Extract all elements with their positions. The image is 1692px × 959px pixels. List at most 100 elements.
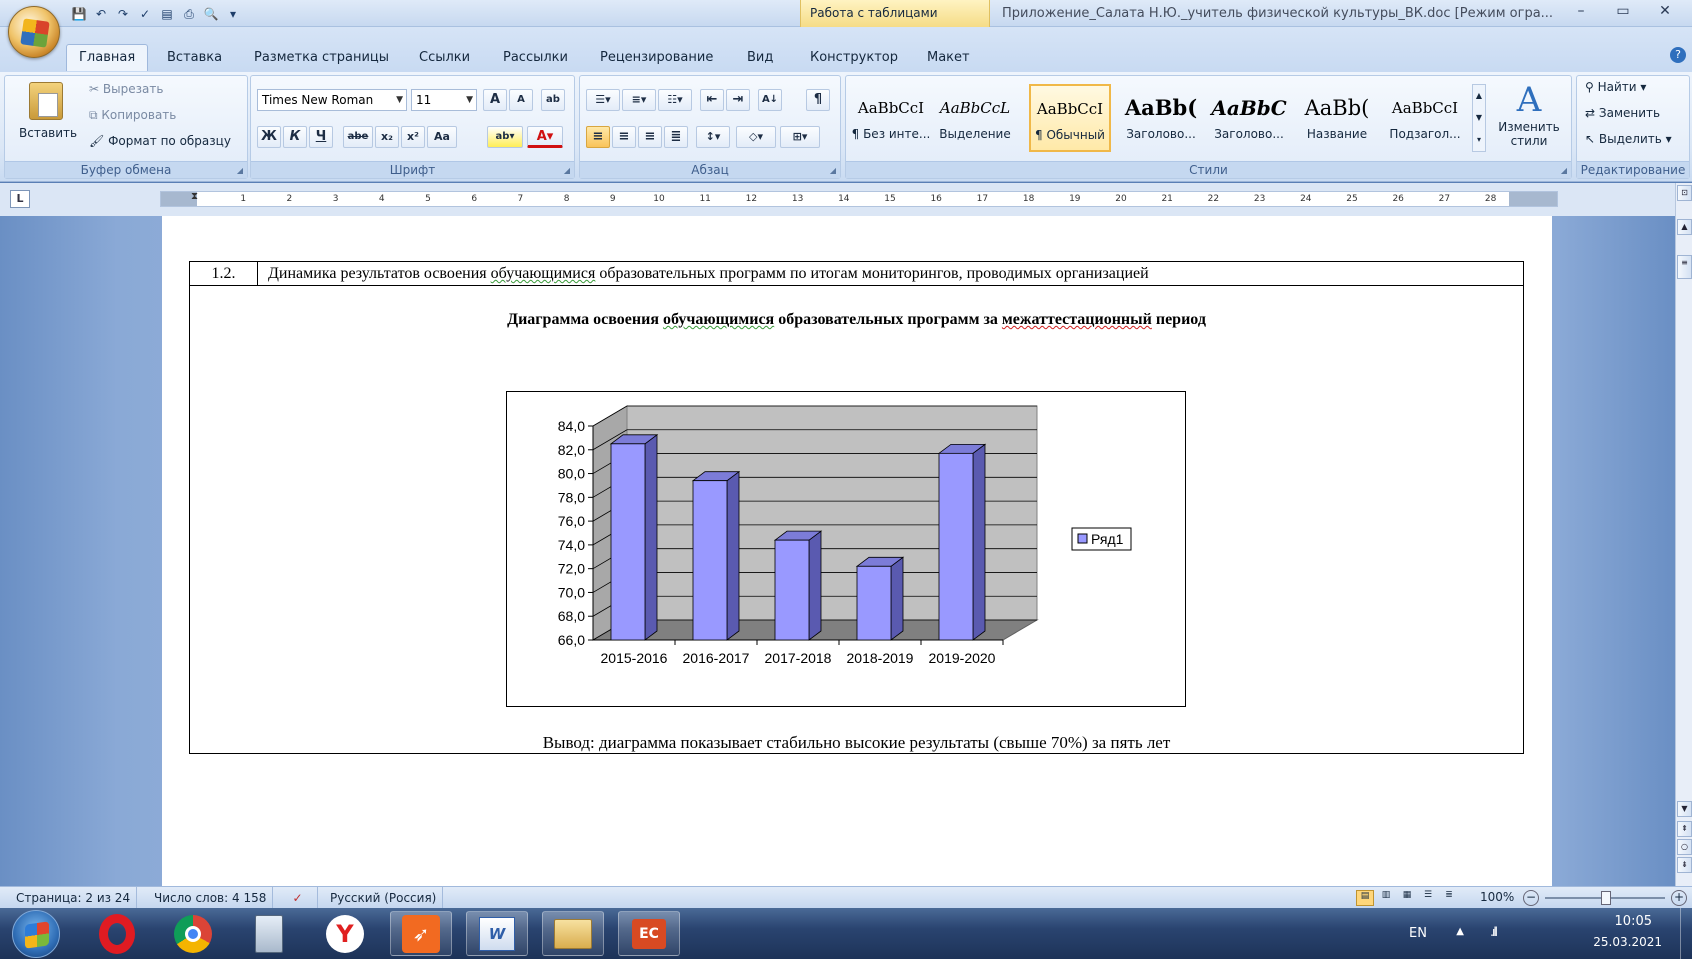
indent-marker-icon[interactable]: ⧗ [191,191,198,202]
tab-insert[interactable]: Вставка [155,45,234,70]
preview-icon[interactable]: 🔍 [202,5,220,23]
superscript-button[interactable]: x² [401,126,425,148]
outline-icon[interactable]: ☰ [1419,890,1437,906]
presentation-app-icon[interactable]: EC [618,911,680,956]
paste-button[interactable]: Вставить [19,126,77,140]
zoom-out-button[interactable]: − [1523,890,1539,906]
tab-review[interactable]: Рецензирование [588,45,725,70]
dialog-launcher-icon[interactable]: ◢ [237,166,243,175]
restore-button[interactable]: ▭ [1602,0,1644,24]
style-emphasis[interactable]: AaBbCcL Выделение [934,84,1016,152]
tab-view[interactable]: Вид [735,45,785,70]
clock-date[interactable]: 25.03.2021 [1593,935,1662,949]
web-layout-icon[interactable]: ▦ [1398,890,1416,906]
borders-icon[interactable]: ⊞▾ [780,126,820,148]
tab-layout[interactable]: Макет [915,45,982,70]
zoom-slider-thumb[interactable] [1601,891,1611,905]
word-taskbar-icon[interactable]: W [466,911,528,956]
align-right-icon[interactable]: ≡ [638,126,662,148]
find-button[interactable]: ⚲ Найти ▾ [1585,80,1646,94]
sort-icon[interactable]: A↓ [758,89,782,111]
style-heading-1[interactable]: AaBb(Заголово... [1120,84,1202,152]
styles-scroll[interactable]: ▲ ▼ ▾ [1472,84,1486,152]
style-no-spacing[interactable]: AaBbCcI ¶ Без инте... [850,84,932,152]
close-button[interactable]: ✕ [1644,0,1686,24]
save-icon[interactable]: 💾 [70,5,88,23]
show-desktop-button[interactable] [1680,908,1692,959]
shading-icon[interactable]: ◇▾ [736,126,776,148]
tab-references[interactable]: Ссылки [407,45,482,70]
proofing-icon[interactable]: ✓ [278,887,318,909]
scroll-thumb[interactable]: ≡ [1677,255,1692,279]
dialog-launcher-icon[interactable]: ◢ [830,166,836,175]
line-spacing-icon[interactable]: ↕▾ [696,126,730,148]
tab-page-layout[interactable]: Разметка страницы [242,45,401,70]
italic-button[interactable]: К [283,126,307,148]
input-language[interactable]: EN [1409,926,1427,941]
font-family-select[interactable]: Times New Roman ▼ [257,89,407,111]
draft-icon[interactable]: ≣ [1440,890,1458,906]
rocket-app-icon[interactable]: ➶ [390,911,452,956]
subscript-button[interactable]: x₂ [375,126,399,148]
scroll-down-button[interactable]: ▼ [1677,801,1692,817]
font-color-icon[interactable]: A▾ [527,126,563,148]
opera-icon[interactable] [86,911,148,956]
tab-home[interactable]: Главная [66,44,149,71]
zoom-level[interactable]: 100% [1480,890,1514,904]
grow-font-button[interactable]: A [483,89,507,111]
prev-page-button[interactable]: ⇞ [1677,821,1692,837]
print-preview-icon[interactable]: ▤ [158,5,176,23]
undo-icon[interactable]: ↶ [92,5,110,23]
underline-button[interactable]: Ч [309,126,333,148]
browse-object-button[interactable]: ○ [1677,839,1692,855]
numbering-icon[interactable]: ≡▾ [622,89,656,111]
format-painter-button[interactable]: 🖌 Формат по образцу [89,134,231,148]
style-normal[interactable]: AaBbCcI ¶ Обычный [1029,84,1111,152]
explorer-icon[interactable] [542,911,604,956]
shrink-font-button[interactable]: A [509,89,533,111]
highlight-icon[interactable]: ab▾ [487,126,523,148]
horizontal-ruler[interactable]: ⧗ 1 2 3 4 5 6 7 8 9 10 11 12 13 14 15 16 17 18 19 20 21 22 23 2… [160,191,1558,207]
decrease-indent-icon[interactable]: ⇤ [700,89,724,111]
minimize-button[interactable]: – [1560,0,1602,24]
change-styles-button[interactable]: A Изменить стили [1494,80,1564,148]
page-count[interactable]: Страница: 2 из 24 [10,887,138,909]
print-layout-icon[interactable]: ▤ [1356,890,1374,906]
vertical-scrollbar[interactable]: ⊡ ▲ ≡ ▼ ⇞ ○ ⇟ [1675,183,1692,886]
strikethrough-button[interactable]: abe [343,126,373,148]
dialog-launcher-icon[interactable]: ◢ [564,166,570,175]
align-left-icon[interactable]: ≡ [586,126,610,148]
change-case-button[interactable]: Aa [427,126,457,148]
show-marks-icon[interactable]: ¶ [806,89,830,111]
align-center-icon[interactable]: ≡ [612,126,636,148]
scroll-up-button[interactable]: ▲ [1677,219,1692,235]
print-icon[interactable]: ⎙ [180,5,198,23]
tab-mailings[interactable]: Рассылки [491,45,580,70]
document-page[interactable]: 1.2. Динамика результатов освоения обуча… [162,216,1552,886]
bullets-icon[interactable]: ☰▾ [586,89,620,111]
multilevel-list-icon[interactable]: ☷▾ [658,89,692,111]
clear-format-button[interactable]: ab [541,89,565,111]
style-heading-2[interactable]: AaBbC Заголово... [1208,84,1290,152]
office-button[interactable] [8,6,60,58]
cut-button[interactable]: ✂ Вырезать [89,82,163,96]
next-page-button[interactable]: ⇟ [1677,857,1692,873]
spelling-icon[interactable]: ✓ [136,5,154,23]
tab-design[interactable]: Конструктор [798,45,910,70]
language-status[interactable]: Русский (Россия) [324,887,444,909]
word-count[interactable]: Число слов: 4 158 [148,887,274,909]
replace-button[interactable]: ⇄ Заменить [1585,106,1660,120]
style-subtitle[interactable]: AaBbCcI Подзагол... [1384,84,1466,152]
justify-icon[interactable]: ≣ [664,126,688,148]
tray-expand-icon[interactable]: ▲ [1456,926,1464,937]
tab-selector[interactable]: L [10,190,30,208]
view-ruler-icon[interactable]: ⊡ [1677,185,1692,201]
help-icon[interactable]: ? [1670,47,1686,63]
calculator-icon[interactable] [238,911,300,956]
zoom-in-button[interactable]: + [1671,890,1687,906]
font-size-select[interactable]: 11 ▼ [411,89,477,111]
style-title[interactable]: AaBb(Название [1296,84,1378,152]
clock-time[interactable]: 10:05 [1615,914,1652,929]
bold-button[interactable]: Ж [257,126,281,148]
yandex-browser-icon[interactable]: Y [314,911,376,956]
